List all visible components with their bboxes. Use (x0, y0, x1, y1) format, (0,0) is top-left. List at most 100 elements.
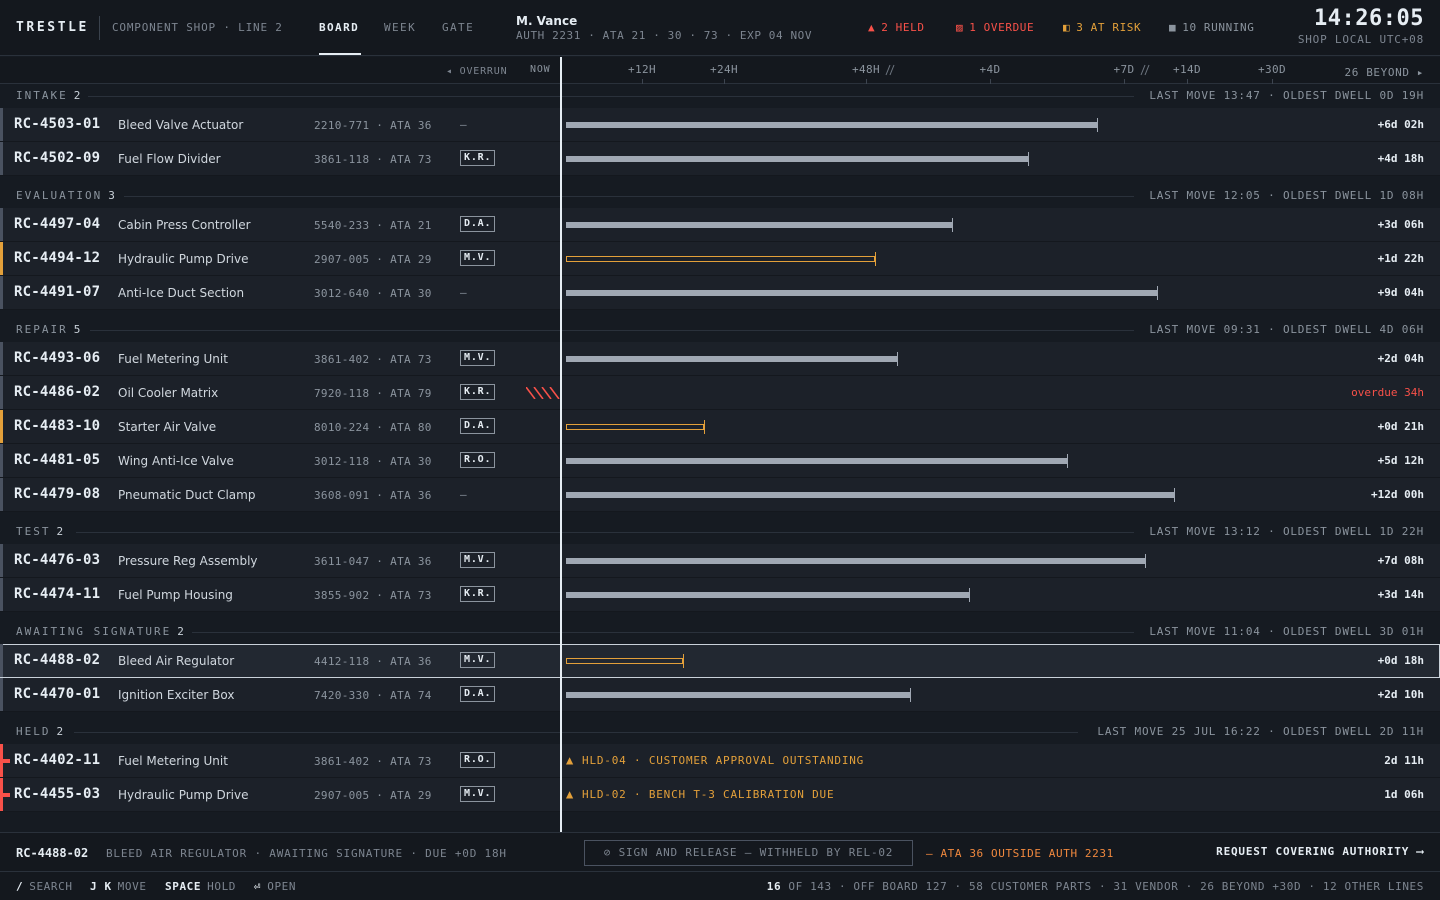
group-header[interactable]: AWAITING SIGNATURE 2 LAST MOVE 11:04 · OLD… (0, 620, 1440, 644)
technician-badge: D.A. (460, 418, 496, 434)
part-name: Fuel Metering Unit (118, 754, 228, 768)
board-row[interactable]: RC-4488-02 Bleed Air Regulator 4412-118 · … (0, 644, 1440, 678)
board-row[interactable]: RC-4497-04 Cabin Press Controller 5540-233… (0, 208, 1440, 242)
rc-number: RC-4474-11 (14, 586, 101, 602)
authority-warning: — ATA 36 OUTSIDE AUTH 2231 (926, 847, 1114, 860)
group-count: 2 (56, 725, 64, 738)
group-header[interactable]: TEST 2 LAST MOVE 13:12 · OLDEST DWELL 1D 2… (0, 520, 1440, 544)
group-title: HELD 2 (16, 725, 72, 738)
technician-badge: D.A. (460, 686, 496, 702)
part-number: 3012-640 · ATA 30 (314, 287, 432, 300)
schedule-bar[interactable] (566, 424, 704, 430)
technician-badge: K.R. (460, 150, 496, 166)
board-row[interactable]: RC-4470-01 Ignition Exciter Box 7420-330 ·… (0, 678, 1440, 712)
board-row[interactable]: RC-4479-08 Pneumatic Duct Clamp 3608-091 ·… (0, 478, 1440, 512)
board-row[interactable]: RC-4476-03 Pressure Reg Assembly 3611-047 … (0, 544, 1440, 578)
status-edge (0, 478, 3, 511)
status-edge (0, 578, 3, 611)
user-name[interactable]: M. Vance (516, 14, 577, 28)
remaining-time: +3d 06h (1377, 218, 1424, 231)
sign-and-release-button[interactable]: ⊘ SIGN AND RELEASE — WITHHELD BY REL-02 (584, 840, 913, 866)
axis-tick-label: +14D (1172, 63, 1202, 76)
group-header[interactable]: REPAIR 5 LAST MOVE 09:31 · OLDEST DWELL 4D… (0, 318, 1440, 342)
status-edge (0, 242, 3, 275)
board-row[interactable]: RC-4486-02 Oil Cooler Matrix 7920-118 · AT… (0, 376, 1440, 410)
tab-board[interactable]: BOARD (319, 21, 359, 34)
stat-overdue[interactable]: ▨ 1 OVERDUE (956, 21, 1034, 34)
part-name: Oil Cooler Matrix (118, 386, 219, 400)
remaining-time: +9d 04h (1377, 286, 1424, 299)
board-row[interactable]: RC-4402-11 Fuel Metering Unit 3861-402 · A… (0, 744, 1440, 778)
no-technician-dash: – (460, 286, 467, 299)
board-row[interactable]: RC-4483-10 Starter Air Valve 8010-224 · AT… (0, 410, 1440, 444)
part-name: Wing Anti-Ice Valve (118, 454, 234, 468)
shortcut-key: J K (90, 880, 112, 893)
group-count: 2 (56, 525, 64, 538)
board-row[interactable]: RC-4494-12 Hydraulic Pump Drive 2907-005 ·… (0, 242, 1440, 276)
group-meta: LAST MOVE 12:05 · OLDEST DWELL 1D 08H (1141, 189, 1424, 202)
schedule-bar[interactable] (566, 558, 1145, 564)
group-header[interactable]: INTAKE 2 LAST MOVE 13:47 · OLDEST DWELL 0D… (0, 84, 1440, 108)
status-edge (0, 276, 3, 309)
shortcut-move[interactable]: J K MOVE (90, 880, 147, 893)
axis-tick-label: +24H (709, 63, 739, 76)
group-title: AWAITING SIGNATURE 2 (16, 625, 192, 638)
board-row[interactable]: RC-4455-03 Hydraulic Pump Drive 2907-005 ·… (0, 778, 1440, 812)
hold-reason[interactable]: ▲ HLD-02 · BENCH T-3 CALIBRATION DUE (566, 787, 834, 801)
part-name: Bleed Valve Actuator (118, 118, 244, 132)
remaining-time: +2d 04h (1377, 352, 1424, 365)
board-row[interactable]: RC-4481-05 Wing Anti-Ice Valve 3012-118 · … (0, 444, 1440, 478)
schedule-bar[interactable] (566, 222, 952, 228)
no-technician-dash: – (460, 118, 467, 131)
schedule-bar[interactable] (566, 356, 897, 362)
remaining-time: 1d 06h (1384, 788, 1424, 801)
schedule-bar-end (704, 420, 705, 434)
schedule-bar[interactable] (566, 256, 875, 262)
axis-beyond-link[interactable]: 26 BEYOND ▸ (1345, 66, 1424, 79)
schedule-bar-end (1067, 454, 1068, 468)
rc-number: RC-4470-01 (14, 686, 101, 702)
part-name: Pneumatic Duct Clamp (118, 488, 256, 502)
no-technician-dash: – (460, 488, 467, 501)
schedule-bar[interactable] (566, 692, 910, 698)
board-row[interactable]: RC-4502-09 Fuel Flow Divider 3861-118 · AT… (0, 142, 1440, 176)
part-name: Pressure Reg Assembly (118, 554, 258, 568)
status-edge (0, 544, 3, 577)
schedule-bar-end (1157, 286, 1158, 300)
board-row[interactable]: RC-4493-06 Fuel Metering Unit 3861-402 · A… (0, 342, 1440, 376)
app-brand: TRESTLE (16, 20, 89, 35)
schedule-bar[interactable] (566, 156, 1028, 162)
axis-now-label: NOW (530, 64, 551, 75)
group-header[interactable]: EVALUATION 3 LAST MOVE 12:05 · OLDEST DWEL… (0, 184, 1440, 208)
group-title-text: EVALUATION (16, 189, 103, 202)
schedule-bar[interactable] (566, 592, 969, 598)
schedule-bar-end (897, 352, 898, 366)
schedule-bar[interactable] (566, 658, 683, 664)
user-authorization: AUTH 2231 · ATA 21 · 30 · 73 · EXP 04 NO… (516, 29, 813, 42)
schedule-bar[interactable] (566, 492, 1174, 498)
rc-number: RC-4476-03 (14, 552, 101, 568)
stat-running[interactable]: ■ 10 RUNNING (1169, 21, 1254, 34)
tab-week[interactable]: WEEK (384, 21, 416, 34)
board-row[interactable]: RC-4503-01 Bleed Valve Actuator 2210-771 ·… (0, 108, 1440, 142)
stat-at-risk[interactable]: ◧ 3 AT RISK (1063, 21, 1141, 34)
board-row[interactable]: RC-4491-07 Anti-Ice Duct Section 3012-640 … (0, 276, 1440, 310)
group-title-text: INTAKE (16, 89, 68, 102)
shortcut-open[interactable]: ⏎ OPEN (254, 880, 296, 893)
hold-reason[interactable]: ▲ HLD-04 · CUSTOMER APPROVAL OUTSTANDING (566, 753, 864, 767)
shortcut-hold[interactable]: SPACE HOLD (165, 880, 236, 893)
schedule-bar[interactable] (566, 122, 1097, 128)
board-row[interactable]: RC-4474-11 Fuel Pump Housing 3855-902 · AT… (0, 578, 1440, 612)
group-header[interactable]: HELD 2 LAST MOVE 25 JUL 16:22 · OLDEST DWE… (0, 720, 1440, 744)
request-covering-authority-link[interactable]: REQUEST COVERING AUTHORITY ⟶ (1216, 845, 1424, 858)
board-count-detail: OF 143 · OFF BOARD 127 · 58 CUSTOMER PAR… (788, 880, 1424, 893)
stat-held[interactable]: ▲ 2 HELD (868, 21, 925, 34)
group-title: REPAIR 5 (16, 323, 89, 336)
schedule-bar-end (875, 252, 876, 266)
remaining-time: +0d 21h (1377, 420, 1424, 433)
shortcut-search[interactable]: / SEARCH (16, 880, 73, 893)
schedule-bar[interactable] (566, 290, 1157, 296)
tab-gate[interactable]: GATE (442, 21, 474, 34)
group-rule (76, 532, 1134, 533)
schedule-bar[interactable] (566, 458, 1067, 464)
